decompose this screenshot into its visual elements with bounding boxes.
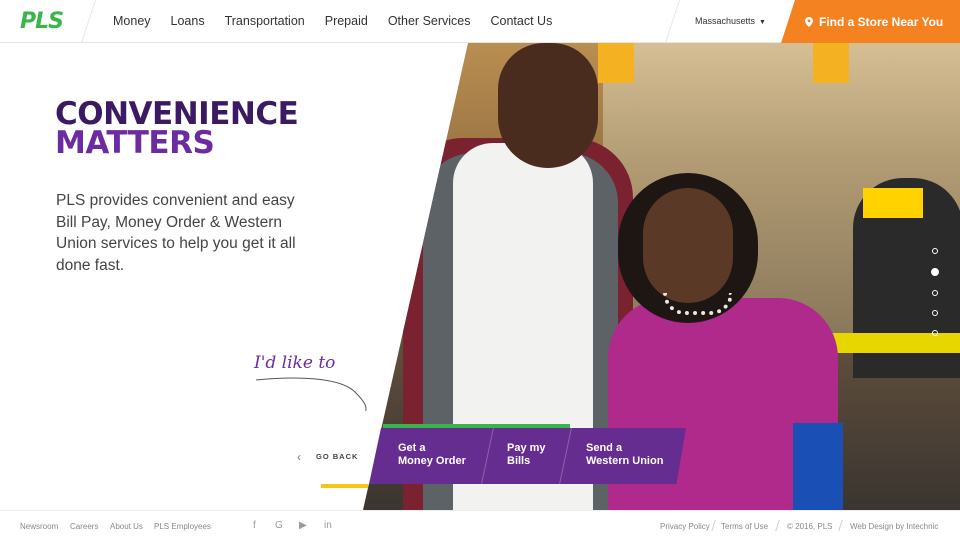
slider-dot-active[interactable] [931, 268, 939, 276]
woman-head [643, 188, 733, 303]
western-union-action[interactable]: Send a Western Union [586, 442, 663, 468]
state-selector[interactable]: Massachusetts ▼ [695, 16, 766, 26]
money-order-action[interactable]: Get a Money Order [398, 442, 466, 468]
action-divider [559, 428, 572, 484]
active-accent-bar [383, 424, 570, 428]
necklace [663, 293, 733, 315]
pls-logo[interactable]: PLS [20, 9, 64, 34]
youtube-icon[interactable]: ▶ [299, 520, 307, 531]
script-underline-decoration [255, 377, 367, 412]
find-store-label: Find a Store Near You [819, 14, 944, 29]
action-line-1: Send a [586, 442, 623, 454]
caret-down-icon: ▼ [759, 19, 766, 26]
action-line-2: Bills [507, 455, 531, 467]
western-union-logo [863, 188, 923, 218]
nav-transportation[interactable]: Transportation [225, 14, 305, 28]
pay-bills-action[interactable]: Pay my Bills [507, 442, 546, 468]
linkedin-icon[interactable]: in [324, 520, 332, 531]
footer-link-newsroom[interactable]: Newsroom [20, 522, 58, 531]
slider-dot[interactable] [932, 248, 938, 254]
hero-intro: PLS provides convenient and easy Bill Pa… [56, 192, 296, 274]
footer-link-careers[interactable]: Careers [70, 522, 98, 531]
go-back-accent [321, 484, 368, 488]
store-sign [813, 43, 849, 83]
blue-bag [793, 423, 843, 510]
slider-dot[interactable] [932, 330, 938, 336]
hero-headline: CONVENIENCE MATTERS [55, 99, 299, 161]
footer-link-terms[interactable]: Terms of Use [721, 522, 768, 531]
nav-money[interactable]: Money [113, 14, 151, 28]
footer-divider [775, 520, 780, 531]
footer-divider [711, 520, 716, 531]
facebook-icon[interactable]: f [253, 520, 256, 531]
google-plus-icon[interactable]: G [275, 520, 283, 531]
man-head [498, 43, 598, 168]
script-prompt: I'd like to [254, 353, 336, 373]
action-line-1: Get a [398, 442, 426, 454]
nav-contact-us[interactable]: Contact Us [491, 14, 553, 28]
map-pin-icon [805, 16, 813, 27]
slider-dot[interactable] [932, 310, 938, 316]
store-sign [598, 43, 634, 83]
nav-prepaid[interactable]: Prepaid [325, 14, 368, 28]
action-line-2: Western Union [586, 455, 664, 467]
nav-loans[interactable]: Loans [171, 14, 205, 28]
footer-divider [838, 520, 843, 531]
state-label: Massachusetts [695, 16, 756, 26]
slider-dot[interactable] [932, 290, 938, 296]
footer-credit[interactable]: Web Design by Intechnic [850, 522, 938, 531]
nav-other-services[interactable]: Other Services [388, 14, 471, 28]
headline-line-2: MATTERS [55, 125, 215, 161]
action-divider [481, 428, 494, 484]
counter [823, 333, 960, 353]
action-bar: Get a Money Order Pay my Bills Send a We… [369, 428, 686, 484]
chevron-left-icon: ‹ [297, 450, 301, 464]
footer-link-employees[interactable]: PLS Employees [154, 522, 211, 531]
find-store-button[interactable]: Find a Store Near You [781, 0, 960, 43]
go-back-button[interactable]: ‹ GO BACK [279, 428, 384, 484]
footer-link-about[interactable]: About Us [110, 522, 143, 531]
main-nav: Money Loans Transportation Prepaid Other… [113, 14, 572, 28]
site-header: PLS Money Loans Transportation Prepaid O… [0, 0, 960, 43]
go-back-label: GO BACK [316, 452, 359, 461]
slider-dots [931, 248, 939, 336]
action-line-2: Money Order [398, 455, 466, 467]
action-line-1: Pay my [507, 442, 546, 454]
header-divider [665, 0, 680, 43]
footer-link-privacy[interactable]: Privacy Policy [660, 522, 710, 531]
footer-copyright: © 2016, PLS [787, 522, 833, 531]
site-footer: Newsroom Careers About Us PLS Employees … [0, 510, 960, 540]
header-divider [81, 0, 96, 43]
